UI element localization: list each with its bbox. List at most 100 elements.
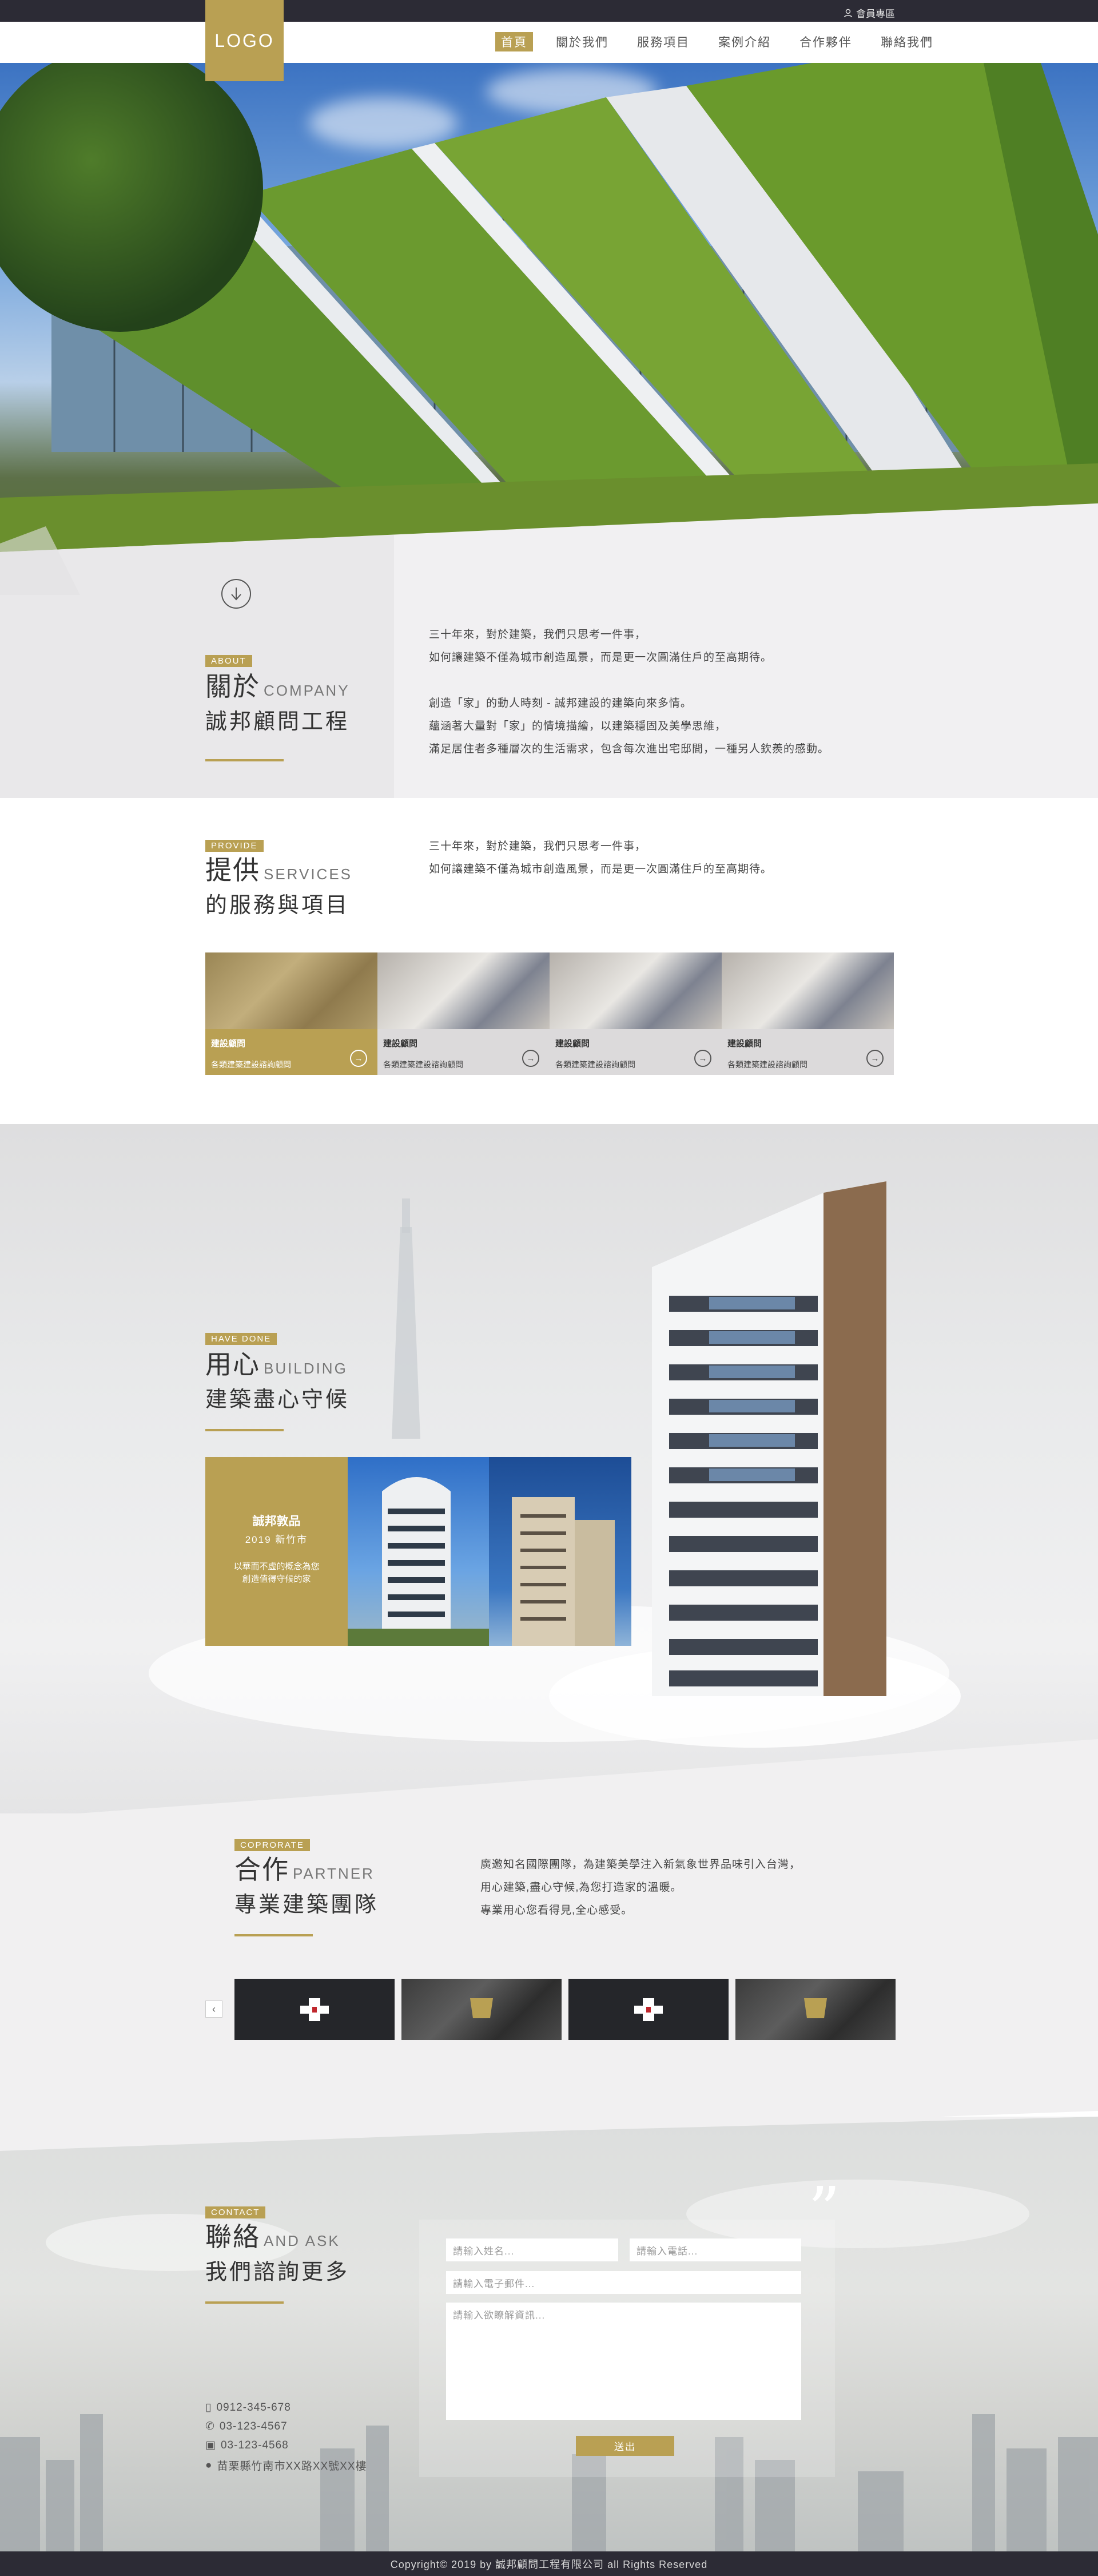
site-logo[interactable]: LOGO [205,0,284,81]
partner-emblem-icon [634,1998,663,2021]
partner-emblem-icon [300,1998,329,2021]
services-title-text: 提供 [205,855,260,885]
building-title: 用心 BUILDING [205,1348,349,1382]
contact-title-text: 聯絡 [205,2222,260,2252]
featured-project-name: 誠邦敦品 [252,1515,301,1528]
service-card-title: 建設顧問 [211,1039,246,1049]
arrow-down-icon [231,588,241,601]
about-para-1: 三十年來，對於建築，我們只思考一件事， [429,629,647,641]
contact-fax-text: 03-123-4568 [220,2439,289,2451]
main-menu: 首頁 關於我們 服務項目 案例介紹 合作夥伴 聯絡我們 [495,32,939,51]
project-photo-tower-classic[interactable] [489,1457,631,1646]
partner-prev-button[interactable]: ‹ [205,2001,222,2018]
contact-tel-text: 03-123-4567 [219,2420,288,2432]
partner-para-1: 廣邀知名國際團隊，為建築美學注入新氣象世界品味引入台灣， [480,1859,801,1871]
contact-heading-block: CONTACT 聯絡 AND ASK 我們諮詢更多 [205,2206,349,2304]
arrow-right-icon[interactable]: → [350,1050,367,1067]
services-para-1: 三十年來，對於建築，我們只思考一件事， [429,840,647,852]
about-title: 關於 COMPANY [205,670,350,704]
services-title: 提供 SERVICES [205,854,352,887]
partner-subtitle: 專業建築團隊 [234,1892,379,1917]
arrow-right-icon[interactable]: → [866,1050,884,1067]
partner-title-text: 合作 [234,1855,289,1884]
nav-item-services[interactable]: 服務項目 [631,32,695,51]
partner-badge-icon [804,1998,827,2018]
service-card-photo [722,952,894,1029]
partner-logo[interactable] [568,1979,729,2040]
service-card[interactable]: 建設顧問 各類建築建設諮詢顧問 → [205,952,377,1075]
partner-tag: COPRORATE [234,1839,310,1851]
project-photo-tower-white[interactable] [348,1457,489,1646]
service-card[interactable]: 建設顧問 各類建築建設諮詢顧問 → [550,952,722,1075]
contact-subtitle: 我們諮詢更多 [205,2260,350,2284]
arrow-right-icon[interactable]: → [694,1050,711,1067]
email-input[interactable]: 請輸入電子郵件... [446,2271,801,2294]
contact-diagonal-top [0,2111,1098,2151]
contact-fax: ▣ 03-123-4568 [205,2439,289,2452]
featured-project-line1: 以華而不虛的概念為您 [233,1562,320,1571]
phone-icon: ✆ [205,2420,215,2432]
scroll-down-button[interactable] [221,579,251,609]
quote-icon: ” [808,2173,841,2246]
services-tag: PROVIDE [205,840,264,852]
service-card[interactable]: 建設顧問 各類建築建設諮詢顧問 → [377,952,550,1075]
about-para-3: 創造「家」的動人時刻 - 誠邦建設的建築向來多情。 [429,697,692,709]
partner-logo[interactable] [234,1979,395,2040]
building-tag: HAVE DONE [205,1333,277,1345]
nav-item-cases[interactable]: 案例介紹 [713,32,777,51]
nav-item-partners[interactable]: 合作夥伴 [794,32,858,51]
services-title-en: SERVICES [264,866,353,883]
featured-project-line2: 創造值得守候的家 [242,1574,311,1584]
service-cards: 建設顧問 各類建築建設諮詢顧問 → 建設顧問 各類建築建設諮詢顧問 → 建設顧問… [205,952,894,1075]
building-gold-divider [205,1428,284,1431]
contact-tag: CONTACT [205,2206,266,2218]
about-para-2: 如何讓建築不僅為城市創造風景，而是更一次圓滿住戶的至高期待。 [429,652,773,664]
contact-mobile: ▯ 0912-345-678 [205,2401,291,2414]
arrow-right-icon[interactable]: → [522,1050,539,1067]
building-heading-block: HAVE DONE 用心 BUILDING 建築盡心守候 [205,1333,349,1431]
about-para-4: 蘊涵著大量對「家」的情境描繪，以建築穩固及美學思維， [429,720,727,732]
contact-title-en: AND ASK [264,2232,340,2249]
site-footer: Copyright© 2019 by 誠邦顧問工程有限公司 all Rights… [0,2551,1098,2576]
partner-logo-carousel [234,1979,896,2040]
building-subtitle: 建築盡心守候 [205,1387,350,1412]
contact-mobile-text: 0912-345-678 [216,2401,291,2414]
message-textarea[interactable]: 請輸入欲瞭解資訊... [446,2303,801,2420]
partner-logo[interactable] [401,1979,562,2040]
service-card-title: 建設顧問 [555,1039,590,1049]
partner-para-2: 用心建築,盡心守候,為您打造家的溫暖。 [480,1882,682,1894]
about-title-en: COMPANY [264,682,350,699]
partner-paragraphs: 廣邀知名國際團隊，為建築美學注入新氣象世界品味引入台灣， 用心建築,盡心守候,為… [480,1853,801,1922]
fax-icon: ▣ [205,2439,216,2451]
partner-logo[interactable] [735,1979,896,2040]
service-card-desc: 各類建築建設諮詢顧問 [727,1060,807,1069]
service-card-desc: 各類建築建設諮詢顧問 [555,1060,635,1069]
send-button[interactable]: 送出 [576,2436,674,2456]
partner-badge-icon [470,1998,493,2018]
services-para-2: 如何讓建築不僅為城市創造風景，而是更一次圓滿住戶的至高期待。 [429,863,773,875]
about-subtitle: 誠邦顧問工程 [205,709,350,734]
nav-item-home[interactable]: 首頁 [495,32,533,51]
service-card-photo [205,952,377,1029]
partner-title-en: PARTNER [293,1865,375,1882]
nav-item-contact[interactable]: 聯絡我們 [875,32,939,51]
service-card-photo [377,952,550,1029]
mobile-icon: ▯ [205,2402,212,2414]
service-card-desc: 各類建築建設諮詢顧問 [383,1060,463,1069]
building-title-en: BUILDING [264,1360,348,1377]
featured-project-card[interactable]: 誠邦敦品 2019 新竹市 以華而不虛的概念為您 創造值得守候的家 [205,1457,348,1646]
services-subtitle: 的服務與項目 [205,893,350,918]
nav-item-about[interactable]: 關於我們 [550,32,614,51]
project-tower-illustration [512,1497,615,1646]
contact-address: ● 苗栗縣竹南市XX路XX號XX樓 [205,2458,367,2473]
featured-project-year: 2019 新竹市 [245,1534,308,1545]
copyright-text: Copyright© 2019 by 誠邦顧問工程有限公司 all Rights… [390,2558,708,2570]
services-paragraphs: 三十年來，對於建築，我們只思考一件事， 如何讓建築不僅為城市創造風景，而是更一次… [429,835,772,881]
chevron-left-icon[interactable]: ‹ [205,2001,222,2018]
service-card[interactable]: 建設顧問 各類建築建設諮詢顧問 → [722,952,894,1075]
phone-input[interactable]: 請輸入電話... [630,2238,801,2261]
partner-diagonal-top [78,1739,1098,1813]
about-title-text: 關於 [205,672,260,701]
name-input[interactable]: 請輸入姓名... [446,2238,618,2261]
project-tower-illustration [348,1477,489,1646]
